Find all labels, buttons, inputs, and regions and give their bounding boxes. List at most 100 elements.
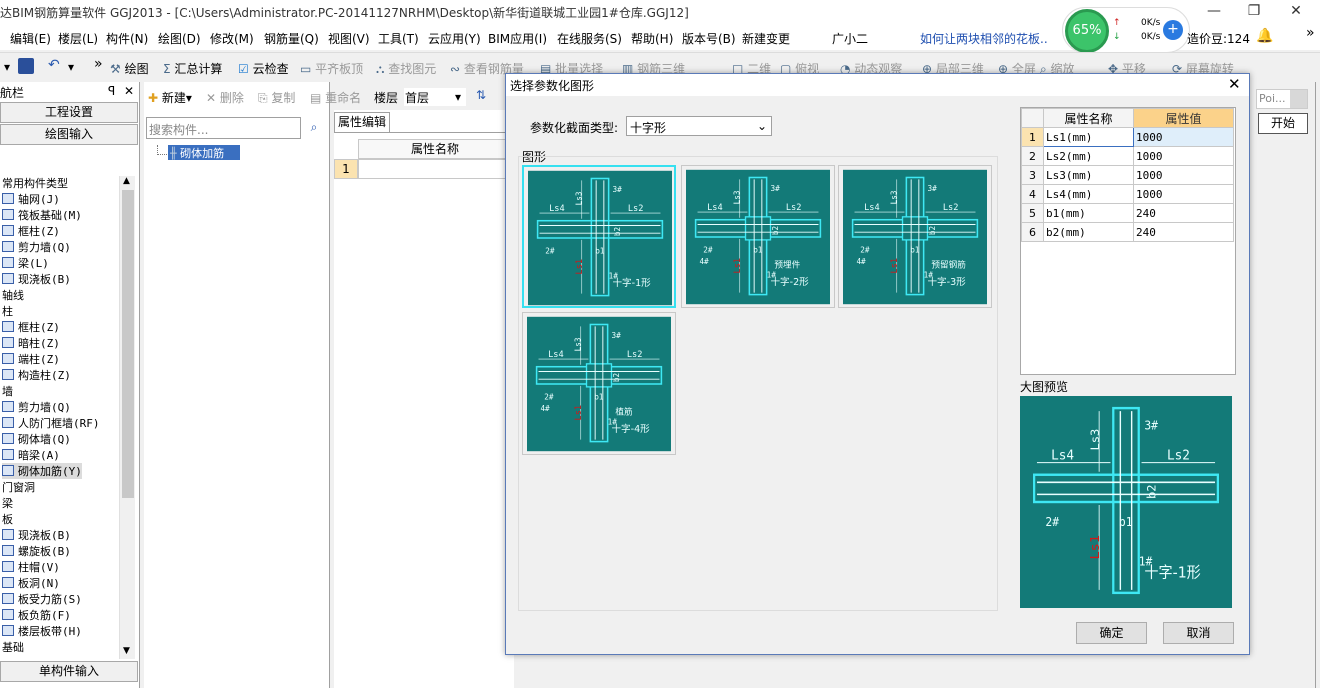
scroll-down-icon[interactable]: ▼ bbox=[123, 646, 130, 656]
nav-group-21[interactable]: 板 bbox=[2, 511, 13, 527]
prop-row[interactable]: 2 Ls2(mm) 1000 bbox=[1021, 146, 1234, 166]
nav-item-1[interactable]: 轴网(J) bbox=[2, 191, 60, 207]
add-icon[interactable]: + bbox=[1163, 20, 1183, 40]
undo-icon[interactable]: ↶ bbox=[48, 57, 60, 73]
nav-group-0[interactable]: 常用构件类型 bbox=[2, 175, 68, 191]
row-attr-value[interactable]: 240 bbox=[1133, 203, 1234, 223]
close-pane-icon[interactable]: ✕ bbox=[124, 84, 134, 98]
row-attr-value[interactable]: 1000 bbox=[1133, 165, 1234, 185]
menu-item-2[interactable]: 构件(N) bbox=[106, 30, 148, 47]
nav-group-8[interactable]: 柱 bbox=[2, 303, 13, 319]
menu-item-9[interactable]: BIM应用(I) bbox=[488, 30, 547, 47]
nav-scrollbar[interactable]: ▲ ▼ bbox=[119, 176, 135, 659]
bell-icon[interactable]: 🔔 bbox=[1256, 28, 1273, 44]
search-input[interactable]: 搜索构件... bbox=[146, 117, 301, 139]
nav-item-16[interactable]: 砌体墙(Q) bbox=[2, 431, 71, 447]
toolbar-btn-0[interactable]: ⚒ 绘图 bbox=[110, 60, 149, 77]
tree-item-masonry-rebar[interactable]: ╫ 砌体加筋 bbox=[168, 145, 240, 160]
nav-item-18[interactable]: 砌体加筋(Y) bbox=[2, 463, 82, 479]
row-attr-value[interactable]: 1000 bbox=[1133, 146, 1234, 166]
dialog-close-icon[interactable]: ✕ bbox=[1228, 75, 1241, 93]
nav-item-22[interactable]: 现浇板(B) bbox=[2, 527, 71, 543]
nav-item-12[interactable]: 构造柱(Z) bbox=[2, 367, 71, 383]
nav-item-28[interactable]: 楼层板带(H) bbox=[2, 623, 82, 639]
save-icon[interactable] bbox=[18, 58, 34, 74]
nav-item-17[interactable]: 暗梁(A) bbox=[2, 447, 60, 463]
nav-item-26[interactable]: 板受力筋(S) bbox=[2, 591, 82, 607]
shape-thumb-2[interactable]: Ls4 Ls2 Ls3 Ls1 b2 b1 1# 2# 3# 4# 预埋件 十字-2形 bbox=[681, 165, 835, 308]
panel-close-icon[interactable] bbox=[1290, 90, 1307, 108]
prop-row[interactable]: 6 b2(mm) 240 bbox=[1021, 222, 1234, 242]
prop-row[interactable]: 5 b1(mm) 240 bbox=[1021, 203, 1234, 223]
nav-group-20[interactable]: 梁 bbox=[2, 495, 13, 511]
prop-row[interactable]: 1 Ls1(mm) 1000 bbox=[1021, 127, 1234, 147]
rename-button[interactable]: ▤ 重命名 bbox=[310, 89, 361, 106]
project-settings-button[interactable]: 工程设置 bbox=[0, 102, 138, 123]
nav-group-19[interactable]: 门窗洞 bbox=[2, 479, 35, 495]
shape-thumb-3[interactable]: Ls4 Ls2 Ls3 Ls1 b2 b1 1# 2# 3# 4# 预留钢筋 十字-3形 bbox=[838, 165, 992, 308]
dropdown-arrow-icon[interactable]: ▾ bbox=[4, 60, 10, 74]
menu-item-10[interactable]: 在线服务(S) bbox=[557, 30, 622, 47]
tip-link[interactable]: 如何让两块相邻的花板.. bbox=[920, 30, 1048, 47]
close-window-button[interactable]: ✕ bbox=[1276, 0, 1316, 24]
props-row-cell[interactable] bbox=[358, 159, 512, 179]
ok-button[interactable]: 确定 bbox=[1076, 622, 1147, 644]
toolbar-btn-2[interactable]: ☑ 云检查 bbox=[238, 60, 289, 77]
new-button[interactable]: ✚ 新建▾ bbox=[148, 89, 192, 106]
pin-icon[interactable]: ꟼ bbox=[108, 84, 115, 98]
toolbar-btn-1[interactable]: Σ 汇总计算 bbox=[163, 60, 222, 77]
nav-item-2[interactable]: 筏板基础(M) bbox=[2, 207, 82, 223]
menu-item-1[interactable]: 楼层(L) bbox=[58, 30, 98, 47]
toolbar-overflow-icon[interactable]: » bbox=[94, 56, 103, 72]
nav-group-7[interactable]: 轴线 bbox=[2, 287, 24, 303]
section-type-select[interactable]: 十字形 ⌄ bbox=[626, 116, 772, 136]
shape-thumb-4[interactable]: Ls4 Ls2 Ls3 Ls1 b2 b1 1# 2# 3# 4# 植筋 十字-4形 bbox=[522, 312, 676, 455]
tab-properties[interactable]: 属性编辑 bbox=[334, 112, 390, 132]
shape-thumb-1[interactable]: Ls4 Ls2 Ls3 Ls1 b2 b1 1# 2# 3# 十字-1形 bbox=[522, 165, 676, 308]
minimize-button[interactable]: — bbox=[1194, 0, 1234, 24]
menu-item-0[interactable]: 编辑(E) bbox=[10, 30, 51, 47]
nav-item-10[interactable]: 暗柱(Z) bbox=[2, 335, 60, 351]
prop-row[interactable]: 4 Ls4(mm) 1000 bbox=[1021, 184, 1234, 204]
search-icon[interactable]: ⌕ bbox=[303, 117, 325, 139]
sort-icon[interactable]: ⇅ bbox=[476, 88, 486, 102]
nav-item-24[interactable]: 柱帽(V) bbox=[2, 559, 60, 575]
nav-item-4[interactable]: 剪力墙(Q) bbox=[2, 239, 71, 255]
menu-item-14[interactable]: 广小二 bbox=[832, 30, 868, 47]
nav-group-13[interactable]: 墙 bbox=[2, 383, 13, 399]
undo-dropdown-icon[interactable]: ▾ bbox=[68, 60, 74, 74]
nav-item-6[interactable]: 现浇板(B) bbox=[2, 271, 71, 287]
scroll-thumb[interactable] bbox=[122, 190, 134, 498]
toolbar-btn-3[interactable]: ▭ 平齐板顶 bbox=[300, 60, 363, 77]
single-component-input-button[interactable]: 单构件输入 bbox=[0, 661, 138, 682]
start-button[interactable]: 开始 bbox=[1258, 113, 1308, 134]
menu-item-11[interactable]: 帮助(H) bbox=[631, 30, 673, 47]
menu-item-4[interactable]: 修改(M) bbox=[210, 30, 254, 47]
prop-row[interactable]: 3 Ls3(mm) 1000 bbox=[1021, 165, 1234, 185]
menu-item-13[interactable]: 新建变更 bbox=[742, 30, 790, 47]
row-attr-value[interactable]: 240 bbox=[1133, 222, 1234, 242]
nav-item-27[interactable]: 板负筋(F) bbox=[2, 607, 71, 623]
nav-group-29[interactable]: 基础 bbox=[2, 639, 24, 655]
restore-button[interactable]: ❐ bbox=[1234, 0, 1274, 24]
menu-item-6[interactable]: 视图(V) bbox=[328, 30, 370, 47]
menu-item-8[interactable]: 云应用(Y) bbox=[428, 30, 481, 47]
cancel-button[interactable]: 取消 bbox=[1163, 622, 1234, 644]
nav-item-15[interactable]: 人防门框墙(RF) bbox=[2, 415, 100, 431]
drawing-input-button[interactable]: 绘图输入 bbox=[0, 124, 138, 145]
menu-item-5[interactable]: 钢筋量(Q) bbox=[264, 30, 319, 47]
menu-item-3[interactable]: 绘图(D) bbox=[158, 30, 201, 47]
menu-item-7[interactable]: 工具(T) bbox=[378, 30, 419, 47]
floor-select[interactable]: 首层 ▾ bbox=[404, 88, 466, 106]
nav-item-5[interactable]: 梁(L) bbox=[2, 255, 49, 271]
scroll-up-icon[interactable]: ▲ bbox=[123, 176, 130, 186]
nav-item-14[interactable]: 剪力墙(Q) bbox=[2, 399, 71, 415]
nav-item-9[interactable]: 框柱(Z) bbox=[2, 319, 60, 335]
toolbar-btn-4[interactable]: ⛬ 查找图元 bbox=[376, 60, 436, 77]
copy-button[interactable]: ⎘ 复制 bbox=[258, 89, 295, 106]
menu-item-12[interactable]: 版本号(B) bbox=[682, 30, 736, 47]
nav-item-25[interactable]: 板洞(N) bbox=[2, 575, 60, 591]
nav-item-23[interactable]: 螺旋板(B) bbox=[2, 543, 71, 559]
memory-gauge[interactable]: 65% bbox=[1065, 9, 1109, 53]
delete-button[interactable]: ✕ 删除 bbox=[206, 89, 244, 106]
